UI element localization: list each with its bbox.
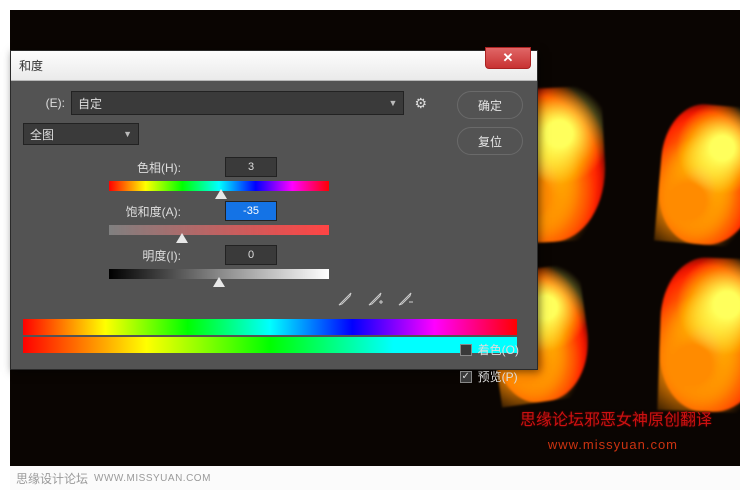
footer-url: WWW.MISSYUAN.COM: [94, 473, 211, 484]
channel-value: 全图: [30, 126, 54, 143]
colorize-checkbox[interactable]: [460, 344, 472, 356]
eyedropper-add-icon[interactable]: [365, 289, 385, 309]
saturation-slider[interactable]: [109, 225, 329, 235]
lightness-label: 明度(I):: [17, 247, 187, 264]
chevron-down-icon: ▼: [123, 129, 132, 139]
preset-dropdown[interactable]: 自定 ▼: [71, 91, 404, 115]
eyedropper-icon[interactable]: [335, 289, 355, 309]
preview-checkbox[interactable]: [460, 371, 472, 383]
spectrum-bar-top: [23, 319, 517, 335]
chevron-down-icon: ▼: [389, 98, 398, 108]
saturation-thumb[interactable]: [176, 233, 188, 243]
watermark-text-url: www.missyuan.com: [548, 437, 678, 452]
saturation-value-input[interactable]: -35: [225, 201, 277, 221]
hue-thumb[interactable]: [215, 189, 227, 199]
watermark-text-cn: 思缘论坛邪恶女神原创翻译: [520, 406, 712, 430]
close-button[interactable]: [485, 47, 531, 69]
hue-value-input[interactable]: 3: [225, 157, 277, 177]
lightness-slider[interactable]: [109, 269, 329, 279]
footer-site: 思缘设计论坛: [16, 470, 88, 487]
eyedropper-subtract-icon[interactable]: [395, 289, 415, 309]
hue-slider[interactable]: [109, 181, 329, 191]
lightness-thumb[interactable]: [213, 277, 225, 287]
page-footer: 思缘设计论坛 WWW.MISSYUAN.COM: [10, 466, 740, 490]
hue-label: 色相(H):: [17, 159, 187, 176]
hue-saturation-dialog: 和度 (E): 自定 ▼ ⚙ 全图 ▼ 色相(H): 3 饱和度(A): -35: [10, 50, 538, 370]
colorize-label: 着色(O): [478, 341, 519, 358]
lightness-value-input[interactable]: 0: [225, 245, 277, 265]
channel-dropdown[interactable]: 全图 ▼: [23, 123, 139, 145]
ok-button[interactable]: 确定: [457, 91, 523, 119]
dialog-title: 和度: [19, 57, 43, 74]
preset-value: 自定: [78, 95, 102, 112]
dialog-titlebar[interactable]: 和度: [11, 51, 537, 81]
saturation-label: 饱和度(A):: [17, 203, 187, 220]
reset-button[interactable]: 复位: [457, 127, 523, 155]
preview-label: 预览(P): [478, 368, 518, 385]
gear-icon[interactable]: ⚙: [414, 95, 427, 112]
preset-label: (E):: [17, 96, 71, 110]
spectrum-bar-bottom: [23, 337, 517, 353]
